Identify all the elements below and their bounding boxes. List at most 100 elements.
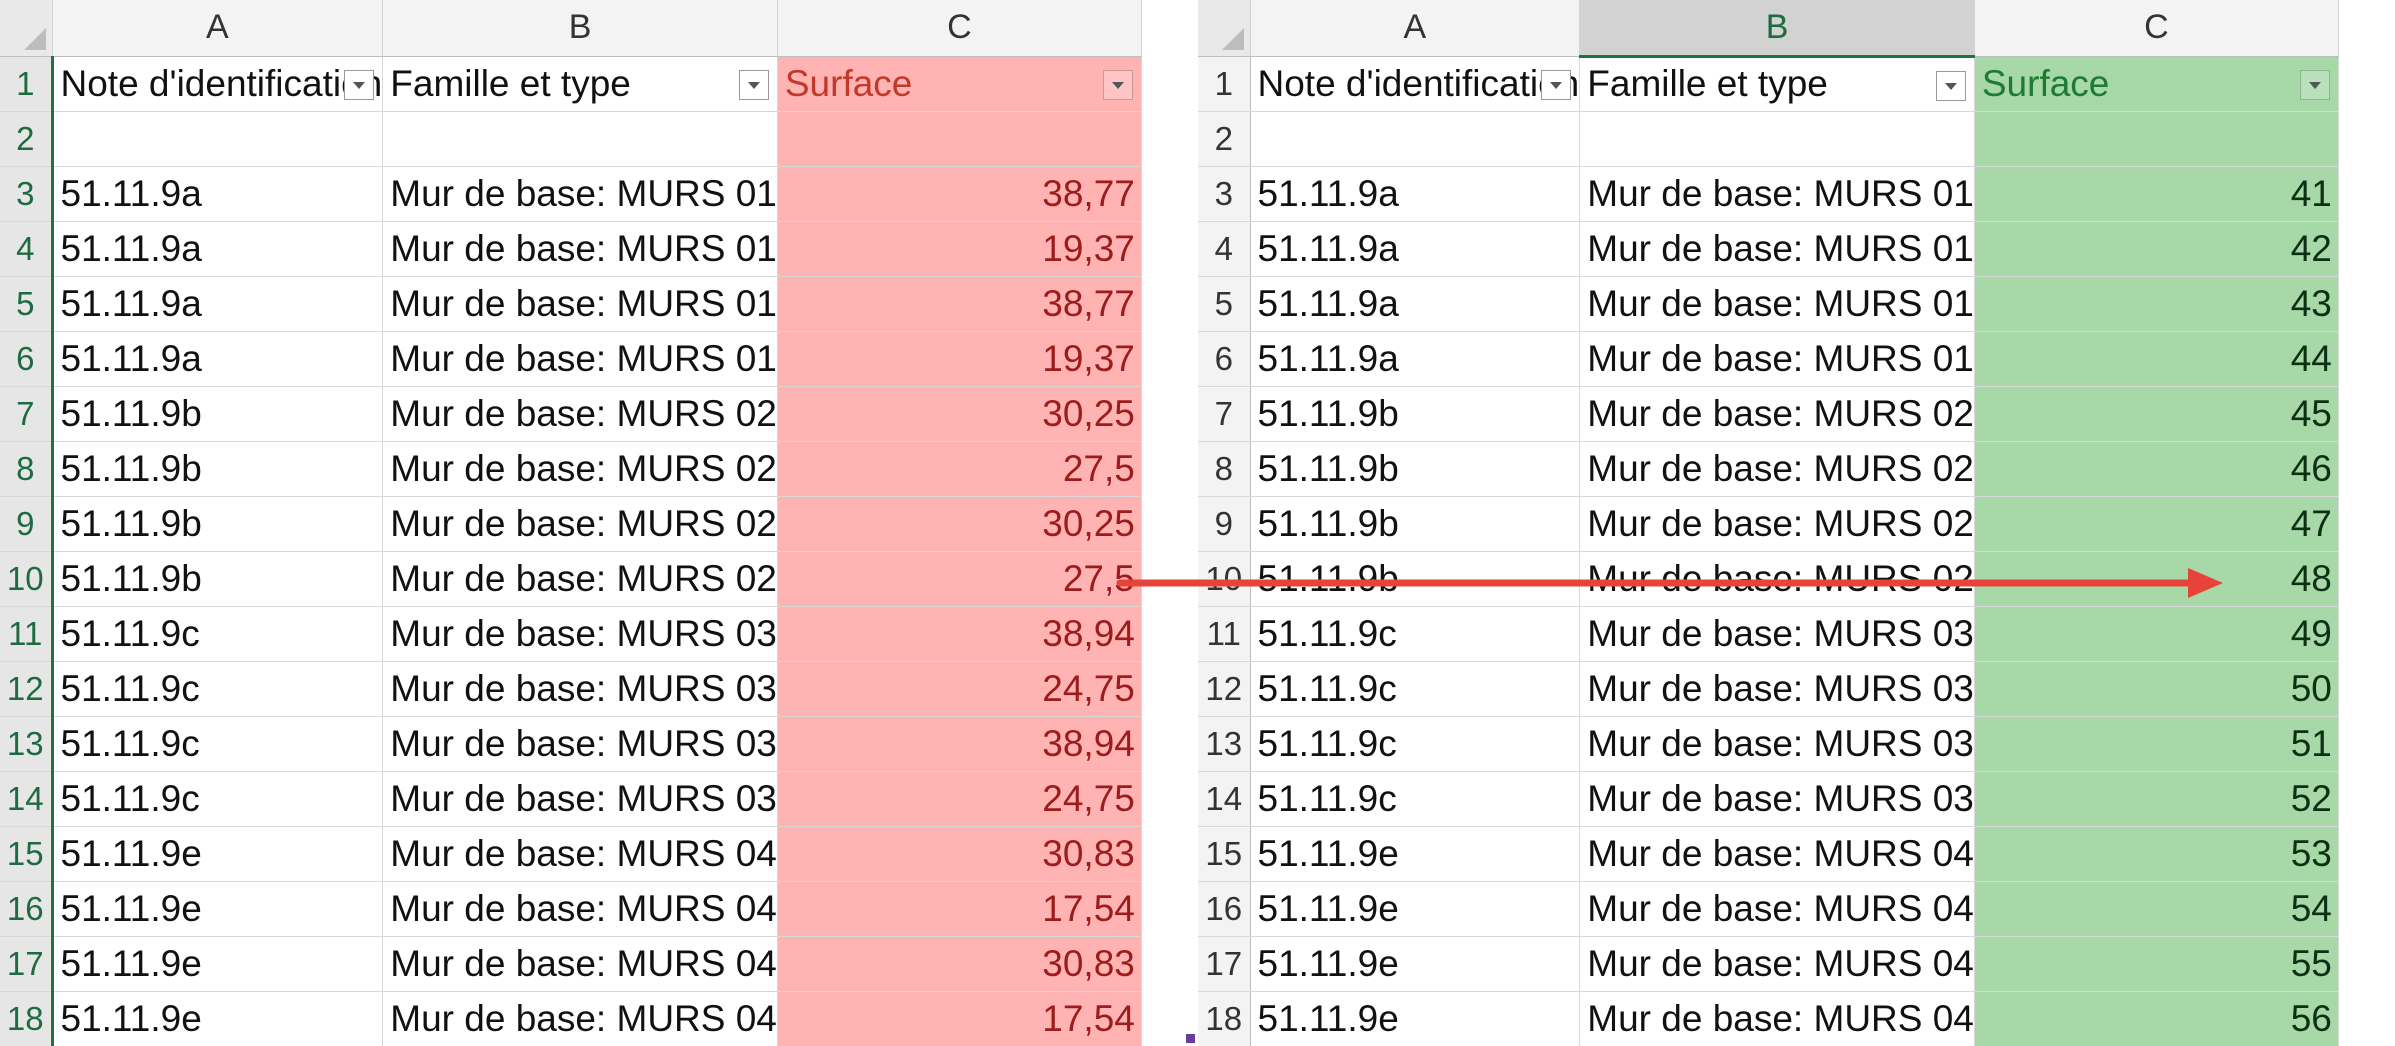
cell-surface[interactable]: 19,37 — [777, 331, 1142, 387]
cell-famille[interactable]: Mur de base: MURS 02 — [1579, 386, 1975, 442]
cell-note[interactable]: 51.11.9a — [1250, 166, 1581, 222]
cell-surface[interactable]: 30,83 — [777, 826, 1142, 882]
row-header[interactable]: 9 — [1198, 496, 1251, 552]
cell-surface[interactable]: 30,25 — [777, 496, 1142, 552]
cell[interactable] — [777, 111, 1142, 167]
header-cell-note[interactable]: Note d'identification — [1250, 56, 1581, 112]
cell-famille[interactable]: Mur de base: MURS 03 — [1579, 716, 1975, 772]
cell-surface[interactable]: 54 — [1974, 881, 2339, 937]
cell-surface[interactable]: 24,75 — [777, 661, 1142, 717]
cell-famille[interactable]: Mur de base: MURS 04 — [382, 936, 778, 992]
cell-note[interactable]: 51.11.9c — [52, 716, 384, 772]
cell-surface[interactable]: 24,75 — [777, 771, 1142, 827]
cell-surface[interactable]: 38,77 — [777, 276, 1142, 332]
cell-note[interactable]: 51.11.9b — [52, 441, 384, 497]
cell-surface[interactable]: 42 — [1974, 221, 2339, 277]
cell[interactable] — [382, 111, 778, 167]
fill-handle[interactable] — [1186, 1034, 1195, 1043]
cell[interactable] — [1974, 111, 2339, 167]
cell-surface[interactable]: 38,94 — [777, 606, 1142, 662]
cell-surface[interactable]: 55 — [1974, 936, 2339, 992]
row-header[interactable]: 5 — [0, 276, 54, 332]
cell-famille[interactable]: Mur de base: MURS 03 — [1579, 606, 1975, 662]
cell-note[interactable]: 51.11.9e — [52, 881, 384, 937]
cell-famille[interactable]: Mur de base: MURS 01 — [382, 166, 778, 222]
chevron-down-icon[interactable] — [1935, 70, 1966, 101]
cell-famille[interactable]: Mur de base: MURS 01 — [382, 276, 778, 332]
row-header[interactable]: 4 — [0, 221, 54, 277]
row-header[interactable]: 14 — [0, 771, 54, 827]
cell-surface[interactable]: 30,83 — [777, 936, 1142, 992]
header-cell-famille[interactable]: Famille et type — [1579, 56, 1975, 112]
cell-surface[interactable]: 27,5 — [777, 441, 1142, 497]
row-header[interactable]: 5 — [1198, 276, 1251, 332]
row-header[interactable]: 4 — [1198, 221, 1251, 277]
header-cell-surface[interactable]: Surface — [1974, 56, 2339, 112]
cell-famille[interactable]: Mur de base: MURS 02 — [382, 441, 778, 497]
cell-note[interactable]: 51.11.9e — [52, 826, 384, 882]
row-header[interactable]: 12 — [1198, 661, 1251, 717]
cell-note[interactable]: 51.11.9e — [52, 991, 384, 1046]
cell-surface[interactable]: 50 — [1974, 661, 2339, 717]
cell-note[interactable]: 51.11.9b — [1250, 551, 1581, 607]
cell-note[interactable]: 51.11.9e — [52, 936, 384, 992]
cell-famille[interactable]: Mur de base: MURS 04 — [382, 991, 778, 1046]
row-header[interactable]: 16 — [0, 881, 54, 937]
row-header[interactable]: 15 — [1198, 826, 1251, 882]
row-header[interactable]: 16 — [1198, 881, 1251, 937]
cell-surface[interactable]: 30,25 — [777, 386, 1142, 442]
cell-note[interactable]: 51.11.9a — [52, 166, 384, 222]
row-header[interactable]: 15 — [0, 826, 54, 882]
cell-surface[interactable]: 51 — [1974, 716, 2339, 772]
row-header[interactable]: 8 — [1198, 441, 1251, 497]
cell-famille[interactable]: Mur de base: MURS 02 — [382, 496, 778, 552]
cell-famille[interactable]: Mur de base: MURS 03 — [382, 771, 778, 827]
cell-surface[interactable]: 44 — [1974, 331, 2339, 387]
cell-note[interactable]: 51.11.9b — [1250, 496, 1581, 552]
cell-note[interactable]: 51.11.9e — [1250, 881, 1581, 937]
cell-surface[interactable]: 47 — [1974, 496, 2339, 552]
cell-surface[interactable]: 27,5 — [777, 551, 1142, 607]
cell-note[interactable]: 51.11.9c — [1250, 606, 1581, 662]
cell-note[interactable]: 51.11.9a — [1250, 276, 1581, 332]
cell-surface[interactable]: 17,54 — [777, 881, 1142, 937]
row-header[interactable]: 6 — [1198, 331, 1251, 387]
select-all-corner[interactable] — [0, 0, 53, 57]
cell-famille[interactable]: Mur de base: MURS 03 — [382, 606, 778, 662]
cell-note[interactable]: 51.11.9c — [52, 661, 384, 717]
cell-famille[interactable]: Mur de base: MURS 02 — [382, 551, 778, 607]
header-cell-note[interactable]: Note d'identification — [52, 56, 384, 112]
cell-note[interactable]: 51.11.9c — [1250, 771, 1581, 827]
chevron-down-icon[interactable] — [344, 69, 375, 100]
cell-surface[interactable]: 17,54 — [777, 991, 1142, 1046]
row-header[interactable]: 14 — [1198, 771, 1251, 827]
cell-note[interactable]: 51.11.9b — [52, 551, 384, 607]
column-header-a[interactable]: A — [1250, 0, 1581, 57]
row-header[interactable]: 1 — [1198, 56, 1251, 112]
cell-famille[interactable]: Mur de base: MURS 03 — [1579, 771, 1975, 827]
cell-note[interactable]: 51.11.9a — [1250, 221, 1581, 277]
cell-famille[interactable]: Mur de base: MURS 04 — [1579, 936, 1975, 992]
cell-note[interactable]: 51.11.9b — [52, 496, 384, 552]
cell-note[interactable]: 51.11.9c — [1250, 661, 1581, 717]
cell-famille[interactable]: Mur de base: MURS 02 — [1579, 496, 1975, 552]
chevron-down-icon[interactable] — [738, 69, 769, 100]
cell-note[interactable]: 51.11.9b — [1250, 386, 1581, 442]
row-header[interactable]: 12 — [0, 661, 54, 717]
row-header[interactable]: 13 — [0, 716, 54, 772]
cell-note[interactable]: 51.11.9a — [52, 276, 384, 332]
cell-note[interactable]: 51.11.9e — [1250, 826, 1581, 882]
cell-surface[interactable]: 19,37 — [777, 221, 1142, 277]
column-header-c[interactable]: C — [777, 0, 1142, 57]
cell-famille[interactable]: Mur de base: MURS 04 — [1579, 881, 1975, 937]
row-header[interactable]: 3 — [1198, 166, 1251, 222]
cell-surface[interactable]: 56 — [1974, 991, 2339, 1046]
cell-famille[interactable]: Mur de base: MURS 04 — [382, 826, 778, 882]
cell-note[interactable]: 51.11.9c — [52, 771, 384, 827]
cell-surface[interactable]: 46 — [1974, 441, 2339, 497]
row-header[interactable]: 17 — [0, 936, 54, 992]
cell-famille[interactable]: Mur de base: MURS 01 — [1579, 331, 1975, 387]
cell-surface[interactable]: 43 — [1974, 276, 2339, 332]
row-header[interactable]: 13 — [1198, 716, 1251, 772]
cell-surface[interactable]: 38,77 — [777, 166, 1142, 222]
